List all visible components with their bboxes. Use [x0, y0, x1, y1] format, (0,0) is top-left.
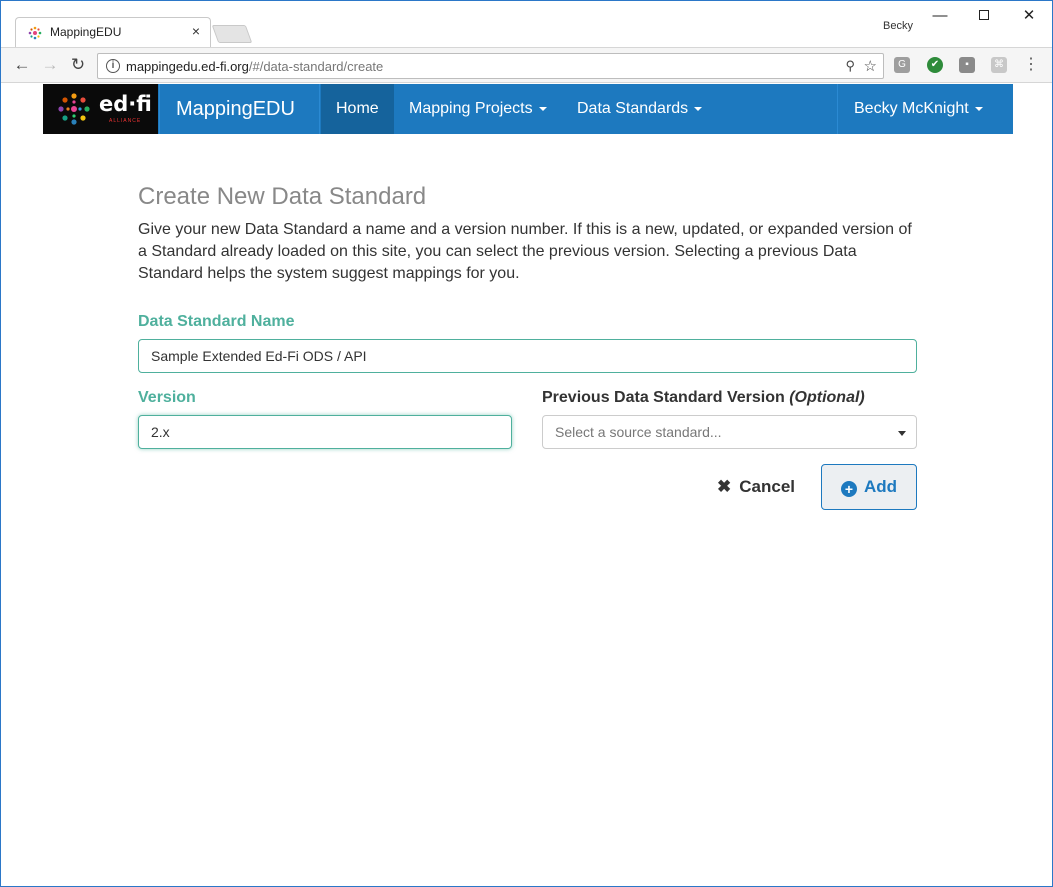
previous-version-label-text: Previous Data Standard Version [542, 389, 790, 406]
nav-user-label: Becky McKnight [854, 100, 969, 117]
page-intro: Give your new Data Standard a name and a… [138, 221, 912, 282]
previous-version-select[interactable]: Select a source standard... [542, 415, 917, 449]
nav-home[interactable]: Home [321, 84, 394, 134]
mappingedu-favicon-icon [28, 26, 42, 40]
extension-pdf-icon[interactable]: ⌘ [991, 57, 1007, 73]
page-title: Create New Data Standard [138, 183, 427, 210]
select-caret-icon [898, 431, 906, 436]
brand-link[interactable]: MappingEDU [159, 84, 320, 134]
nav-data-standards[interactable]: Data Standards [577, 84, 703, 134]
nav-user-menu[interactable]: Becky McKnight [837, 84, 1013, 134]
version-label: Version [138, 389, 196, 406]
nav-mapping-projects[interactable]: Mapping Projects [409, 84, 547, 134]
extension-g-icon[interactable]: G [894, 57, 910, 73]
tab-strip: MappingEDU × Becky — ✕ [1, 1, 1052, 47]
profile-name[interactable]: Becky [883, 20, 913, 32]
logo-subtext: ALLIANCE [109, 118, 142, 124]
tab-close-icon[interactable]: × [192, 23, 200, 39]
browser-toolbar: ← → ↻ i mappingedu.ed-fi.org/#/data-stan… [1, 47, 1052, 83]
extension-check-icon[interactable]: ✔ [927, 57, 943, 73]
previous-version-placeholder: Select a source standard... [555, 424, 722, 440]
reload-icon[interactable]: ↻ [67, 54, 89, 76]
version-input[interactable] [138, 415, 512, 449]
url-path: /#/data-standard/create [248, 59, 384, 74]
extension-doc-icon[interactable]: ▪ [959, 57, 975, 73]
new-tab-button[interactable] [211, 25, 253, 43]
maximize-icon[interactable] [961, 5, 1007, 29]
url-host: mappingedu.ed-fi.org [126, 59, 249, 74]
tab-title: MappingEDU [50, 25, 122, 39]
info-icon[interactable]: i [106, 59, 120, 73]
browser-tab[interactable]: MappingEDU × [15, 17, 211, 47]
key-icon[interactable]: ⚲ [845, 58, 855, 74]
browser-window: MappingEDU × Becky — ✕ ← → ↻ i mappinged… [0, 0, 1053, 887]
ed-fi-logo[interactable]: ed·fi ALLIANCE [43, 84, 158, 134]
cancel-button[interactable]: ✖ Cancel [717, 471, 795, 503]
bookmark-star-icon[interactable]: ☆ [864, 57, 877, 75]
cancel-x-icon: ✖ [717, 477, 732, 496]
caret-down-icon [694, 106, 703, 111]
cancel-label: Cancel [739, 477, 795, 496]
logo-text: ed·fi [99, 92, 152, 116]
ed-fi-burst-icon [58, 93, 90, 125]
optional-label: (Optional) [789, 389, 865, 406]
add-button[interactable]: + Add [821, 464, 917, 510]
data-standard-name-input[interactable] [138, 339, 917, 373]
address-bar[interactable]: i mappingedu.ed-fi.org/#/data-standard/c… [97, 53, 884, 79]
url-text: mappingedu.ed-fi.org/#/data-standard/cre… [126, 59, 383, 74]
browser-menu-icon[interactable]: ⋮ [1023, 54, 1039, 74]
nav-mapping-projects-label: Mapping Projects [409, 100, 533, 117]
close-window-icon[interactable]: ✕ [1006, 5, 1052, 29]
add-label: Add [863, 477, 898, 496]
nav-home-label: Home [336, 100, 379, 117]
minimize-icon[interactable]: — [917, 5, 963, 29]
data-standard-name-label: Data Standard Name [138, 313, 295, 330]
app-navbar: ed·fi ALLIANCE MappingEDU Home Mapping P… [43, 84, 1013, 134]
previous-version-label: Previous Data Standard Version (Optional… [542, 389, 865, 407]
back-arrow-icon[interactable]: ← [11, 54, 33, 76]
forward-arrow-icon[interactable]: → [39, 54, 61, 76]
plus-circle-icon: + [840, 481, 857, 497]
caret-down-icon [974, 106, 983, 111]
nav-data-standards-label: Data Standards [577, 100, 689, 117]
caret-down-icon [538, 106, 547, 111]
